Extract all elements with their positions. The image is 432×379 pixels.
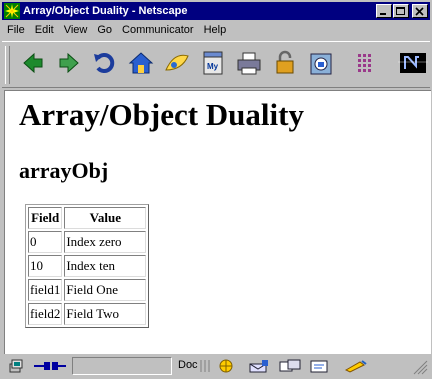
title-bar[interactable]: Array/Object Duality - Netscape <box>2 2 430 20</box>
table-row: field1 Field One <box>28 279 147 301</box>
stop-button[interactable] <box>350 48 380 78</box>
table-cell-field: field1 <box>28 279 63 301</box>
connection-status-icon[interactable] <box>8 358 28 374</box>
reload-button[interactable] <box>90 48 120 78</box>
table-cell-value: Index zero <box>64 231 147 253</box>
reload-icon <box>94 53 115 73</box>
table-cell-value: Index ten <box>64 255 147 277</box>
maximize-icon <box>396 7 405 15</box>
toolbar-grip[interactable] <box>5 46 10 84</box>
composer-icon[interactable] <box>308 358 332 374</box>
page-heading: Array/Object Duality <box>19 97 304 132</box>
forward-button[interactable] <box>54 48 84 78</box>
my-netscape-icon: My <box>203 51 223 75</box>
resize-grip-icon <box>413 360 428 375</box>
minimize-button[interactable] <box>376 4 392 18</box>
back-arrow-icon <box>23 52 43 74</box>
table-cell-field: field2 <box>28 303 63 325</box>
fields-table: Field Value 0 Index zero 10 Index ten fi… <box>25 204 150 328</box>
table-row: 0 Index zero <box>28 231 147 253</box>
my-netscape-button[interactable]: My <box>198 48 228 78</box>
maximize-button[interactable] <box>393 4 409 18</box>
netscape-logo-button[interactable] <box>398 48 428 78</box>
page-subheading: arrayObj <box>19 158 109 183</box>
security-button[interactable] <box>270 48 300 78</box>
forward-arrow-icon <box>59 52 79 74</box>
navigation-toolbar: My <box>2 41 430 88</box>
table-header-field: Field <box>28 207 63 229</box>
stop-icon <box>358 54 371 72</box>
mailbox-icon[interactable] <box>248 358 272 374</box>
online-plug-icon[interactable] <box>32 358 68 374</box>
navigator-icon[interactable] <box>216 358 236 374</box>
page-content: Array/Object Duality arrayObj Field Valu… <box>4 90 431 354</box>
close-button[interactable] <box>412 4 428 18</box>
menu-go[interactable]: Go <box>92 24 117 36</box>
menu-edit[interactable]: Edit <box>30 24 59 36</box>
table-row: field2 Field Two <box>28 303 147 325</box>
home-button[interactable] <box>126 48 156 78</box>
menu-view[interactable]: View <box>59 24 93 36</box>
table-header-value: Value <box>64 207 147 229</box>
table-cell-value: Field Two <box>64 303 147 325</box>
progress-panel <box>72 357 172 375</box>
close-icon <box>415 7 424 16</box>
browser-window: Array/Object Duality - Netscape File Edi… <box>0 0 432 379</box>
grip-divider-icon <box>200 360 210 372</box>
print-button[interactable] <box>234 48 264 78</box>
window-title: Array/Object Duality - Netscape <box>23 5 188 17</box>
shop-button[interactable] <box>306 48 336 78</box>
resize-area[interactable] <box>382 357 428 375</box>
home-icon <box>128 52 154 74</box>
netscape-icon <box>4 3 20 19</box>
document-status-label: Doc <box>178 359 198 371</box>
svg-text:My: My <box>207 62 219 71</box>
minimize-icon <box>380 13 386 15</box>
status-bar: Doc <box>2 355 430 377</box>
menu-communicator[interactable]: Communicator <box>117 24 199 36</box>
search-icon <box>165 54 189 71</box>
discussion-groups-icon[interactable] <box>278 358 302 374</box>
menu-help[interactable]: Help <box>199 24 232 36</box>
table-cell-field: 10 <box>28 255 63 277</box>
table-header-row: Field Value <box>28 207 147 229</box>
search-button[interactable] <box>162 48 192 78</box>
netscape-n-logo-icon <box>398 53 428 73</box>
printer-icon <box>237 52 261 75</box>
shop-icon <box>310 53 332 75</box>
menu-file[interactable]: File <box>2 24 30 36</box>
table-cell-field: 0 <box>28 231 63 253</box>
menu-bar: File Edit View Go Communicator Help <box>2 21 430 39</box>
padlock-icon <box>276 50 294 74</box>
table-row: 10 Index ten <box>28 255 147 277</box>
back-button[interactable] <box>18 48 48 78</box>
pen-edit-icon[interactable] <box>342 358 370 374</box>
table-cell-value: Field One <box>64 279 147 301</box>
